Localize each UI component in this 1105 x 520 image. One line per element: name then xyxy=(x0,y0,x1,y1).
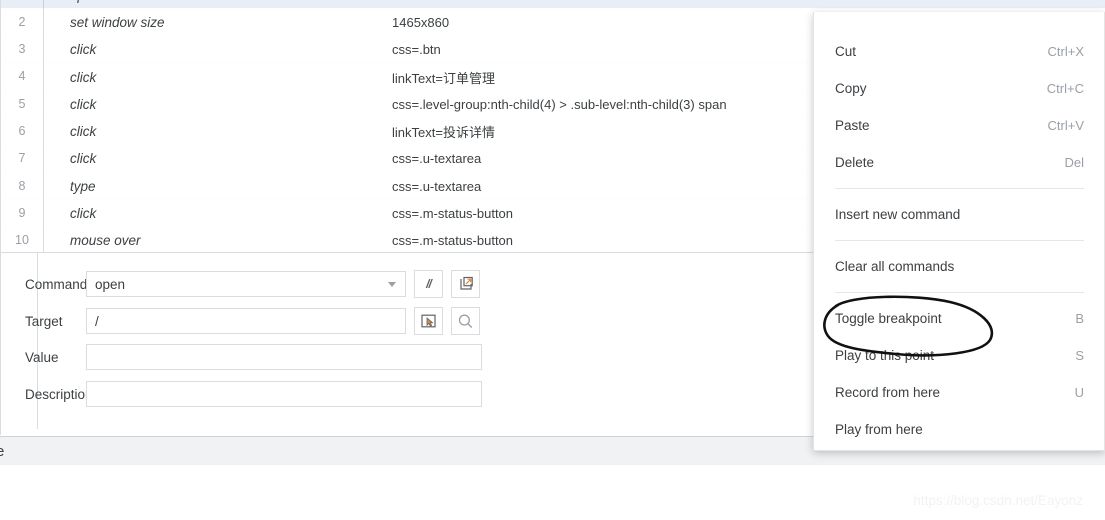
context-menu-item-label: Paste xyxy=(835,118,870,133)
context-menu-item[interactable]: Record from here U xyxy=(814,374,1104,411)
row-index-cell: 9 xyxy=(0,199,44,228)
target-input[interactable] xyxy=(86,308,406,334)
context-menu-item-label: Delete xyxy=(835,155,875,170)
chevron-down-icon[interactable] xyxy=(388,282,396,287)
row-index-cell: 6 xyxy=(0,117,44,146)
comment-toggle-button[interactable]: // xyxy=(414,270,443,298)
context-menu[interactable]: Cut Ctrl+X Copy Ctrl+C Paste Ctrl+V Delete Del I… xyxy=(813,12,1105,451)
value-input[interactable] xyxy=(86,344,482,370)
context-menu-item-shortcut: S xyxy=(1075,348,1084,363)
description-input[interactable] xyxy=(86,381,482,407)
find-target-button[interactable] xyxy=(451,307,480,335)
context-menu-item[interactable]: Clear all commands xyxy=(814,248,1104,285)
context-menu-item-label: Play from here xyxy=(835,422,923,437)
context-menu-item[interactable]: Cut Ctrl+X xyxy=(814,33,1104,70)
row-command-cell[interactable]: click xyxy=(44,151,390,166)
form-row-description: Description xyxy=(1,381,482,407)
description-label: Description xyxy=(25,386,93,402)
target-label: Target xyxy=(25,313,63,329)
app-root: 1open2set window size1465x8603clickcss=.… xyxy=(0,0,1105,520)
row-command-cell[interactable]: click xyxy=(44,70,390,85)
row-command-cell[interactable]: set window size xyxy=(44,15,390,30)
row-index-cell: 1 xyxy=(0,0,44,9)
command-input[interactable] xyxy=(86,271,406,297)
context-menu-item-label: Copy xyxy=(835,81,867,96)
context-menu-top-spacer xyxy=(814,12,1104,33)
context-menu-item-shortcut: U xyxy=(1074,385,1084,400)
row-command-cell[interactable]: mouse over xyxy=(44,233,390,248)
row-index-cell: 5 xyxy=(0,90,44,118)
value-label: Value xyxy=(25,349,59,365)
context-menu-item-shortcut: Del xyxy=(1064,155,1084,170)
context-menu-item-label: Record from here xyxy=(835,385,941,400)
watermark: https://blog.csdn.net/Eayonz xyxy=(913,493,1083,508)
row-command-cell[interactable]: click xyxy=(44,124,390,139)
comment-button-label: // xyxy=(426,277,432,291)
context-menu-item-label: Insert new command xyxy=(835,207,961,222)
context-menu-item[interactable]: Paste Ctrl+V xyxy=(814,107,1104,144)
form-row-command: Command // xyxy=(1,270,480,298)
select-target-icon xyxy=(421,314,436,328)
row-index-cell: 7 xyxy=(0,145,44,173)
context-menu-item[interactable]: Play from here xyxy=(814,411,1104,448)
external-link-icon xyxy=(459,276,473,290)
row-command-cell[interactable]: click xyxy=(44,42,390,57)
context-menu-item[interactable]: Insert new command xyxy=(814,196,1104,233)
context-menu-item-shortcut: Ctrl+C xyxy=(1046,81,1084,96)
command-select-wrap[interactable] xyxy=(86,271,406,297)
context-menu-item[interactable]: Toggle breakpoint B xyxy=(814,300,1104,337)
magnifier-icon xyxy=(458,314,473,328)
context-menu-item-shortcut: Ctrl+V xyxy=(1047,118,1084,133)
context-menu-item-label: Play to this point xyxy=(835,348,935,363)
context-menu-item-label: Cut xyxy=(835,44,857,59)
row-command-cell[interactable]: open xyxy=(44,0,390,3)
context-menu-items: Cut Ctrl+X Copy Ctrl+C Paste Ctrl+V Delete Del I… xyxy=(814,33,1104,448)
context-menu-item-label: Toggle breakpoint xyxy=(835,311,942,326)
form-row-target: Target xyxy=(1,307,480,335)
row-command-cell[interactable]: type xyxy=(44,179,390,194)
context-menu-item[interactable]: Delete Del xyxy=(814,144,1104,181)
context-menu-item-label: Clear all commands xyxy=(835,259,955,274)
row-command-cell[interactable]: click xyxy=(44,206,390,221)
row-index-cell: 2 xyxy=(0,8,44,37)
form-row-value: Value xyxy=(1,344,482,370)
context-menu-item-shortcut: B xyxy=(1075,311,1084,326)
table-row[interactable]: 1open xyxy=(0,0,1105,10)
status-bar-glyph: e xyxy=(0,443,5,460)
context-menu-separator xyxy=(835,240,1084,241)
row-index-cell: 4 xyxy=(0,63,44,91)
context-menu-item[interactable]: Copy Ctrl+C xyxy=(814,70,1104,107)
row-command-cell[interactable]: click xyxy=(44,97,390,112)
context-menu-separator xyxy=(835,188,1084,189)
row-index-cell: 3 xyxy=(0,36,44,64)
row-index-cell: 10 xyxy=(0,227,44,252)
select-target-button[interactable] xyxy=(414,307,443,335)
context-menu-separator xyxy=(835,292,1084,293)
command-label: Command xyxy=(25,276,88,292)
context-menu-item-shortcut: Ctrl+X xyxy=(1047,44,1084,59)
open-reference-button[interactable] xyxy=(451,270,480,298)
row-index-cell: 8 xyxy=(0,172,44,200)
context-menu-item[interactable]: Play to this point S xyxy=(814,337,1104,374)
